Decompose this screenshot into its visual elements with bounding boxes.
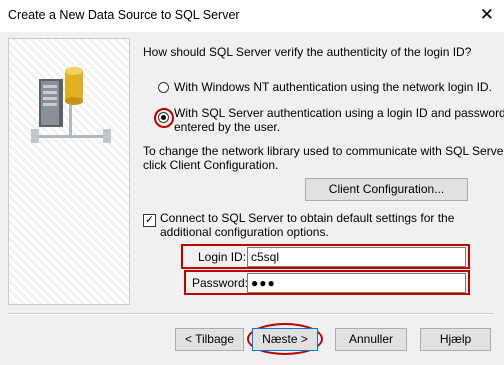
window-title: Create a New Data Source to SQL Server [8,8,240,22]
network-info-line2: click Client Configuration. [143,158,279,172]
radio-windows-nt-auth[interactable] [158,82,169,93]
radio-sql-server-label-2[interactable]: entered by the user. [174,120,280,134]
password-label: Password: [192,276,249,290]
close-icon[interactable]: ✕ [480,5,494,25]
separator-highlight [8,314,494,315]
client-configuration-button[interactable]: Client Configuration... [305,178,468,201]
connect-checkbox[interactable]: ✓ [143,214,156,227]
wizard-graphic-pane [8,38,130,305]
connect-checkbox-label-2[interactable]: additional configuration options. [160,225,329,239]
login-id-input[interactable]: c5sql [247,247,466,267]
network-info-line1: To change the network library used to co… [143,144,504,158]
auth-question: How should SQL Server verify the authent… [143,45,472,59]
help-button[interactable]: Hjælp [420,328,491,351]
login-id-label: Login ID: [198,250,247,264]
title-bar: Create a New Data Source to SQL Server ✕ [0,0,504,32]
next-button[interactable]: Næste > [252,328,318,351]
cancel-button[interactable]: Annuller [335,328,407,351]
radio-sql-server-auth[interactable] [158,112,169,123]
radio-windows-nt-label[interactable]: With Windows NT authentication using the… [174,80,492,94]
radio-sql-server-label-1[interactable]: With SQL Server authentication using a l… [174,106,504,120]
connect-checkbox-label-1[interactable]: Connect to SQL Server to obtain default … [160,211,454,225]
server-database-icon [31,67,111,143]
back-button[interactable]: < Tilbage [175,328,244,351]
dialog-window: Create a New Data Source to SQL Server ✕… [0,0,504,365]
password-input[interactable]: ●●● [247,273,466,293]
